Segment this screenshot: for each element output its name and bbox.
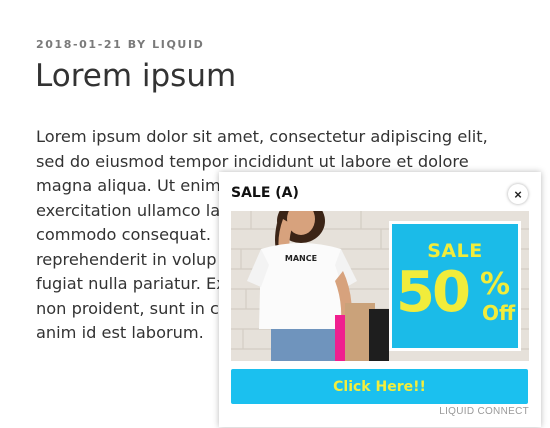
sale-badge: SALE 50 % Off	[389, 221, 521, 351]
post-meta: 2018-01-21 BY LIQUID	[36, 38, 205, 51]
sale-popup: SALE (A) × MANCE SALE 50 % Off Click Her…	[219, 172, 541, 427]
body-line: Lorem ipsum dolor sit amet, consectetur …	[36, 127, 488, 146]
promo-image[interactable]: MANCE SALE 50 % Off	[231, 211, 529, 361]
sale-off-word: Off	[482, 301, 516, 325]
post-title: Lorem ipsum	[35, 58, 237, 94]
body-line: sed do eiusmod tempor incididunt ut labo…	[36, 151, 469, 171]
close-icon[interactable]: ×	[508, 184, 528, 204]
sale-percent-sign: %	[480, 267, 511, 302]
liquid-connect-branding[interactable]: LIQUID CONNECT	[439, 406, 529, 417]
sale-percent-number: 50	[396, 260, 471, 325]
shirt-text: MANCE	[285, 254, 317, 263]
click-here-button[interactable]: Click Here!!	[231, 369, 528, 404]
popup-title: SALE (A)	[231, 185, 299, 201]
